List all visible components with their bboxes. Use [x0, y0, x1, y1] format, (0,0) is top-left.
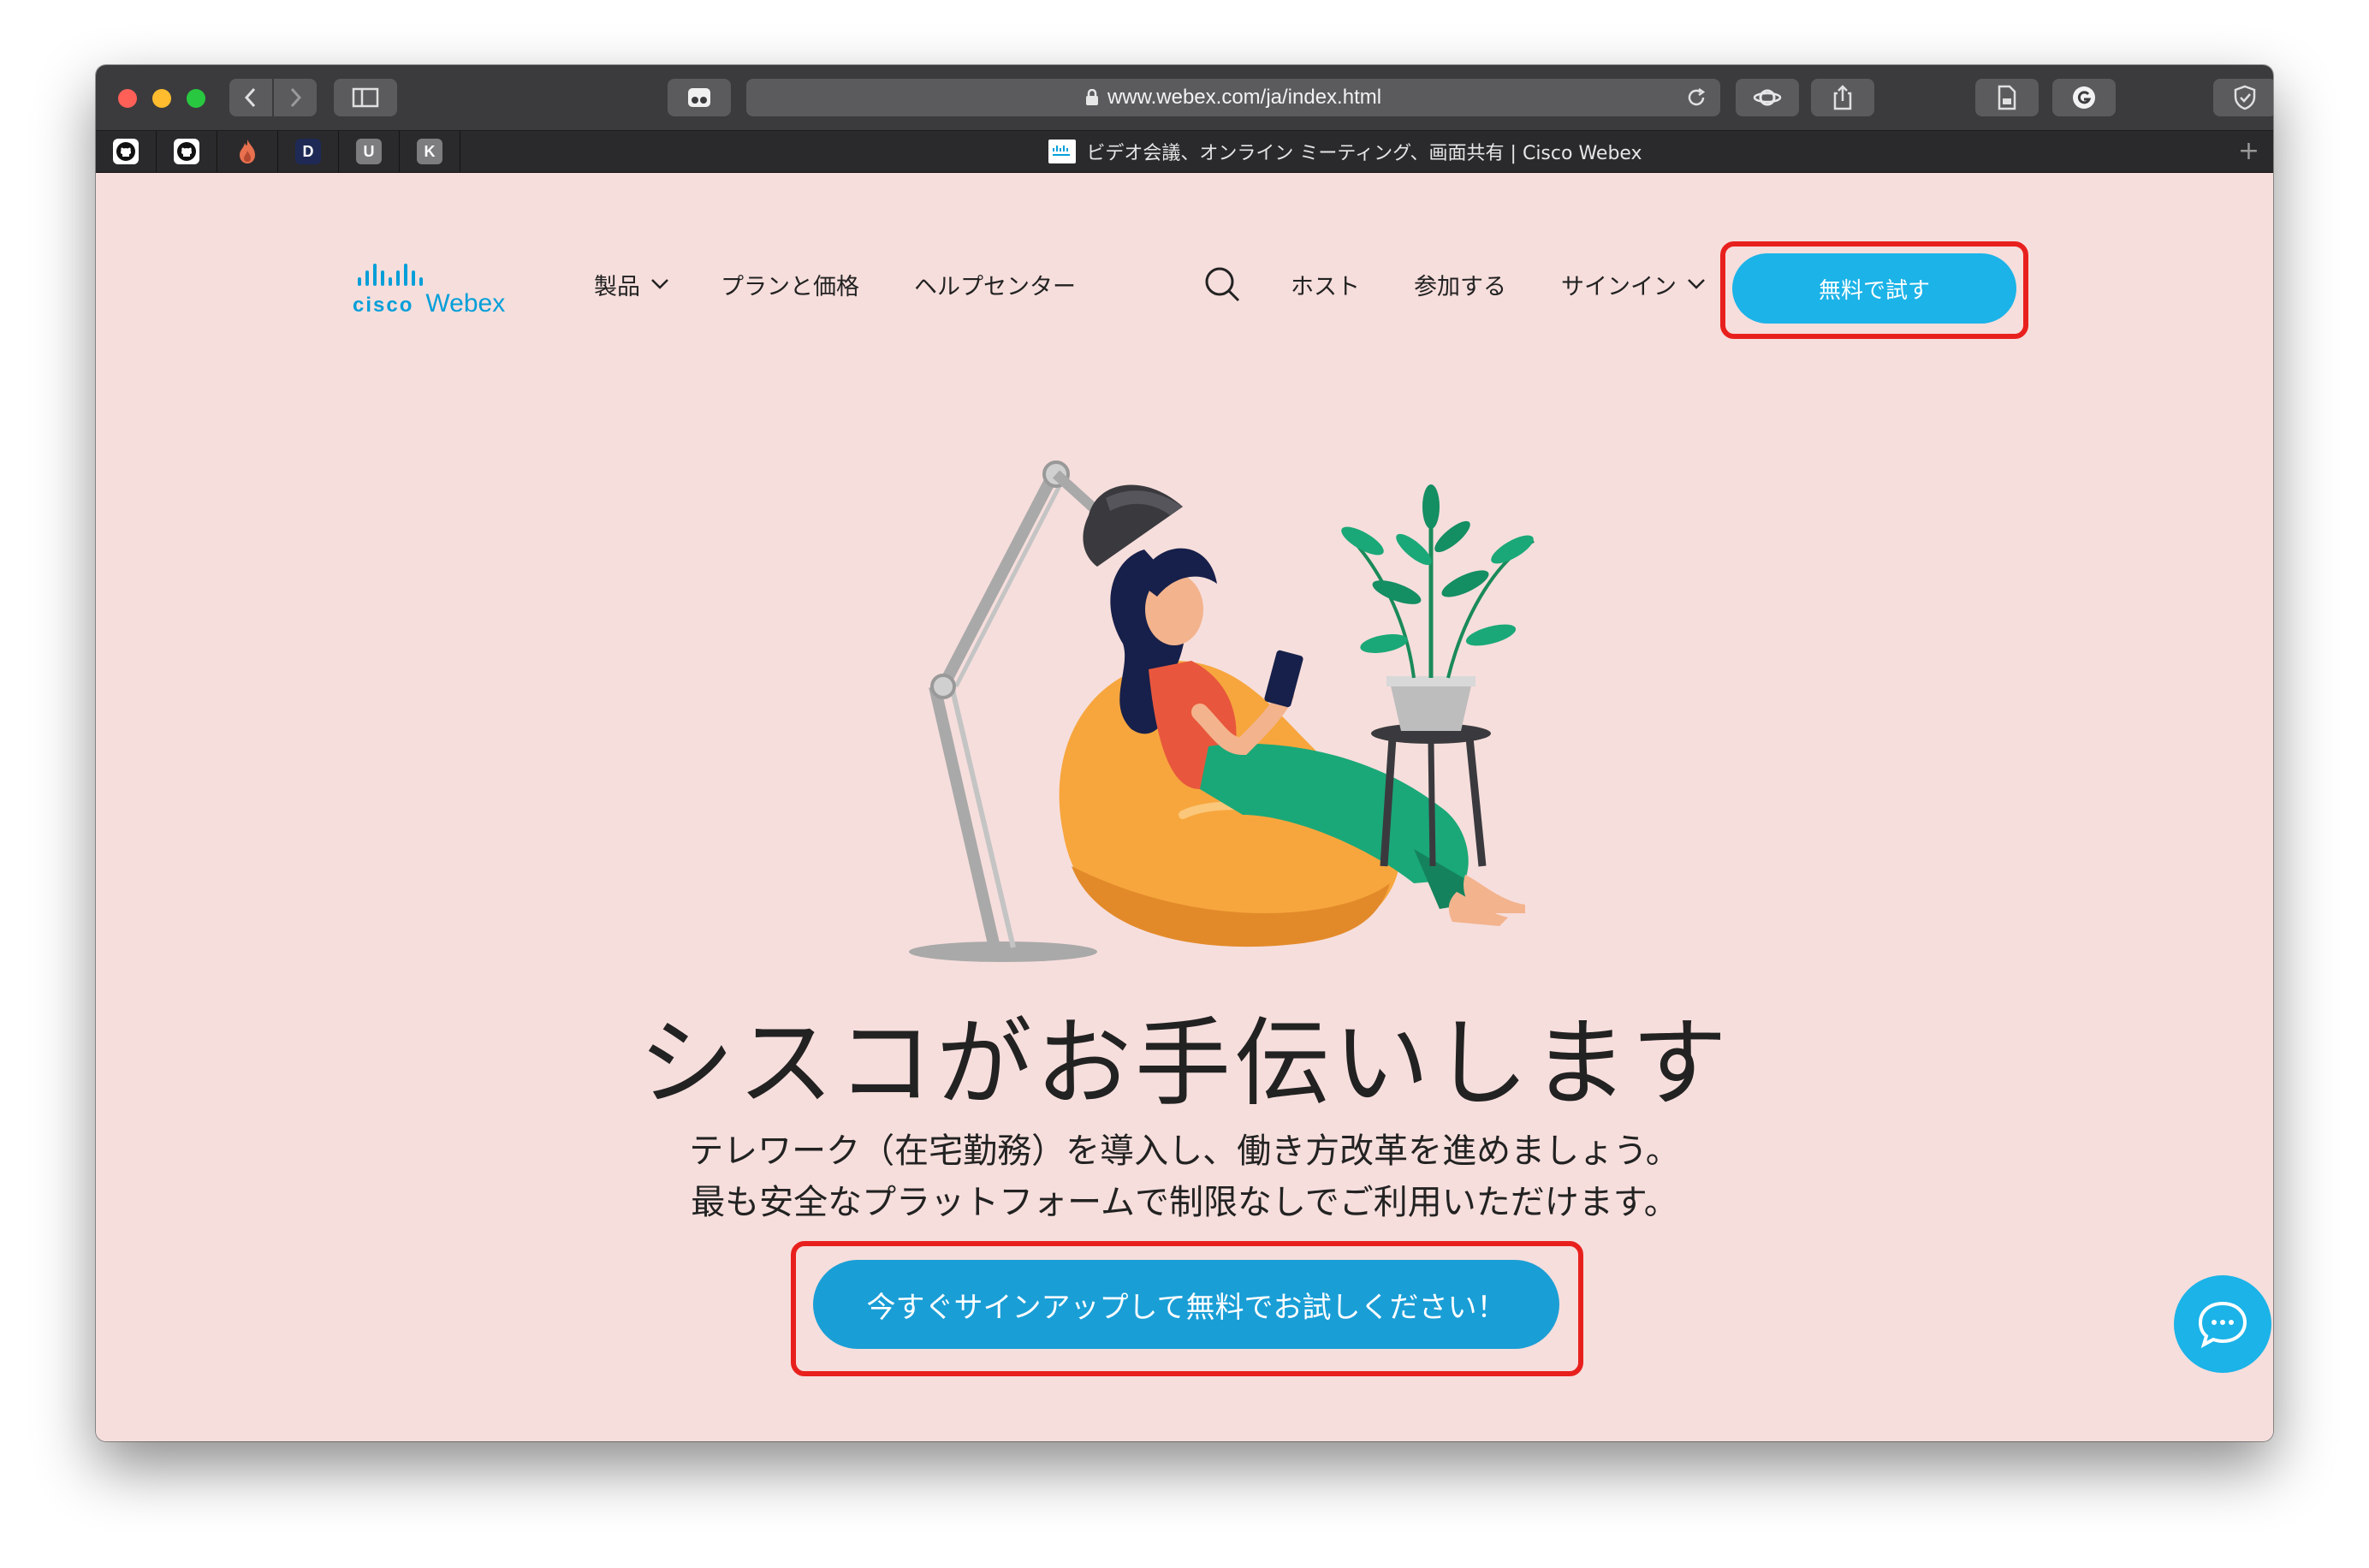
tab-bar: D U K ビデオ会議、オンライン ミーティング、画面共有 | Cisco We…	[96, 131, 2273, 173]
planet-icon	[1753, 89, 1782, 106]
back-button[interactable]	[229, 79, 272, 116]
grammarly-icon	[2073, 86, 2095, 109]
browser-toolbar: www.webex.com/ja/index.html	[96, 65, 2273, 131]
hero-subtext-line-2: 最も安全なプラットフォームで制限なしでご利用いただけます。	[691, 1183, 1678, 1222]
chevron-down-icon	[1687, 278, 1706, 290]
cisco-favicon-icon	[1048, 140, 1077, 163]
tab-title: ビデオ会議、オンライン ミーティング、画面共有 | Cisco Webex	[1086, 143, 1642, 164]
nav-help-label: ヘルプセンター	[914, 273, 1076, 300]
document-icon	[1998, 85, 2016, 110]
browser-window: www.webex.com/ja/index.html D U K ビデオ会議、…	[96, 65, 2273, 1441]
chevron-left-icon	[244, 87, 256, 108]
chevron-down-icon	[650, 278, 669, 290]
nav-host-label: ホスト	[1291, 273, 1360, 300]
nav-plans[interactable]: プランと価格	[721, 267, 859, 301]
nav-join-label: 参加する	[1414, 273, 1506, 300]
sidebar-toggle-button[interactable]	[334, 79, 397, 116]
new-tab-button[interactable]: +	[2238, 138, 2259, 165]
cisco-bars-icon	[358, 264, 505, 286]
pinned-tab-flame[interactable]	[217, 131, 278, 172]
chat-bubble-icon	[2198, 1301, 2247, 1349]
pinned-tab-github-2[interactable]	[157, 131, 217, 172]
try-free-button[interactable]: 無料で試す	[1732, 253, 2016, 324]
u-app-icon: U	[356, 139, 382, 164]
nav-signin[interactable]: サインイン	[1561, 267, 1706, 301]
logo-cisco-text: cisco	[353, 294, 414, 317]
lock-icon	[1085, 89, 1099, 106]
tab-active[interactable]: ビデオ会議、オンライン ミーティング、画面共有 | Cisco Webex	[464, 131, 2227, 172]
search-button[interactable]	[1202, 264, 1243, 305]
nav-host[interactable]: ホスト	[1291, 267, 1360, 301]
extension-button[interactable]	[668, 79, 731, 116]
hero-subtext-line-1: テレワーク（在宅勤務）を導入し、働き方改革を進めましょう。	[689, 1131, 1680, 1171]
maximize-window-button[interactable]	[187, 89, 205, 108]
minimize-window-button[interactable]	[152, 89, 171, 108]
chevron-right-icon	[290, 87, 302, 108]
hero-illustration	[909, 460, 1535, 962]
pinned-tab-k[interactable]: K	[400, 131, 460, 172]
document-button[interactable]	[1975, 79, 2039, 116]
grammarly-button[interactable]	[2052, 79, 2116, 116]
pinned-tab-d[interactable]: D	[278, 131, 339, 172]
shield-icon	[2234, 85, 2256, 110]
k-app-icon: K	[417, 139, 442, 164]
extension-icon	[688, 88, 710, 107]
logo-webex-text: Webex	[425, 289, 506, 318]
forward-button[interactable]	[274, 79, 317, 116]
search-icon	[1205, 267, 1240, 302]
hero-headline: シスコがお手伝いします	[638, 1008, 1731, 1120]
github-icon	[174, 139, 199, 164]
nav-signin-label: サインイン	[1561, 273, 1677, 300]
d-app-icon: D	[295, 139, 321, 164]
nav-help[interactable]: ヘルプセンター	[914, 267, 1076, 301]
pinned-tab-u[interactable]: U	[339, 131, 400, 172]
nav-join[interactable]: 参加する	[1414, 267, 1506, 301]
nav-plans-label: プランと価格	[721, 273, 859, 300]
sidebar-icon	[352, 87, 379, 108]
flame-icon	[240, 140, 255, 163]
address-bar[interactable]: www.webex.com/ja/index.html	[746, 79, 1720, 116]
url-text: www.webex.com/ja/index.html	[1107, 86, 1382, 109]
close-window-button[interactable]	[118, 89, 137, 108]
nav-products[interactable]: 製品	[594, 267, 669, 301]
signup-cta-button[interactable]: 今すぐサインアップして無料でお試しください！	[813, 1260, 1559, 1349]
webpage: cisco Webex 製品 プランと価格 ヘルプセンター ホスト 参加する サ…	[96, 173, 2273, 1441]
nav-products-label: 製品	[594, 273, 640, 300]
github-icon	[113, 139, 139, 164]
reader-orbit-button[interactable]	[1736, 79, 1799, 116]
chat-button[interactable]	[2174, 1275, 2271, 1373]
cisco-webex-logo[interactable]: cisco Webex	[353, 264, 505, 318]
share-button[interactable]	[1811, 79, 1874, 116]
adblock-button[interactable]	[2213, 79, 2273, 116]
reload-icon[interactable]	[1684, 86, 1708, 110]
pinned-tab-github-1[interactable]	[96, 131, 157, 172]
share-icon	[1833, 85, 1852, 110]
